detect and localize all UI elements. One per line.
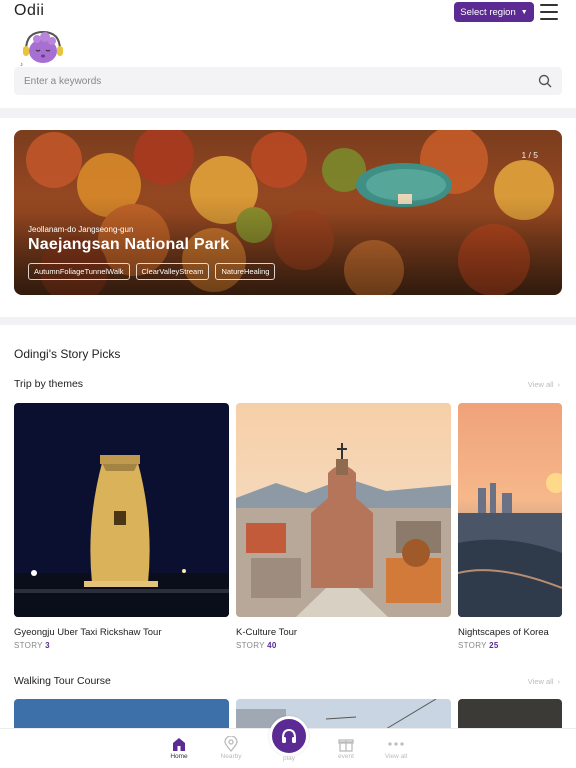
theme-card-title: Gyeongju Uber Taxi Rickshaw Tour (14, 627, 162, 638)
section-divider (0, 108, 576, 118)
select-region-label: Select region (460, 6, 516, 18)
hero-tag[interactable]: NatureHealing (215, 263, 276, 280)
top-bar: Odii Select region ▼ ♪ (0, 0, 576, 108)
theme-card-title: Nightscapes of Korea (458, 627, 549, 638)
view-all-label: View all (527, 380, 554, 389)
section-divider (0, 317, 576, 325)
trip-themes-view-all[interactable]: View all › (528, 380, 560, 389)
nav-view-all-label: View all (384, 753, 408, 760)
story-picks-title: Odingi's Story Picks (14, 347, 121, 361)
hero-banner[interactable]: 1 / 5 Jeollanam-do Jangseong-gun Naejang… (14, 130, 562, 295)
hero-region: Jeollanam-do Jangseong-gun (28, 225, 134, 234)
theme-card-image (458, 403, 562, 617)
hero-tags: AutumnFoliageTunnelWalk ClearValleyStrea… (28, 263, 276, 280)
mascot-headphones-icon[interactable]: ♪ (18, 28, 68, 68)
theme-card[interactable]: Gyeongju Uber Taxi Rickshaw Tour STORY 3 (14, 403, 229, 650)
nav-nearby-label: Nearby (220, 753, 242, 760)
hamburger-menu-icon[interactable] (540, 4, 558, 20)
hero-tag[interactable]: AutumnFoliageTunnelWalk (28, 263, 130, 280)
view-all-label: View all (527, 677, 554, 686)
app-logo[interactable]: Odii (14, 2, 44, 20)
theme-card-image (236, 403, 451, 617)
hero-tag[interactable]: ClearValleyStream (135, 263, 210, 280)
chevron-right-icon: › (557, 677, 561, 686)
nav-home[interactable]: Home (154, 735, 204, 760)
chevron-right-icon: › (557, 380, 561, 389)
theme-card-image (14, 403, 229, 617)
search-icon[interactable] (538, 74, 552, 88)
theme-card-story: STORY 40 (236, 641, 277, 650)
select-region-button[interactable]: Select region ▼ (454, 2, 534, 22)
theme-card-title: K-Culture Tour (236, 627, 298, 638)
play-button[interactable] (269, 716, 309, 756)
nav-nearby[interactable]: Nearby (206, 735, 256, 760)
nav-play-label: play (283, 755, 295, 762)
hero-slide-counter: 1 / 5 (521, 150, 538, 160)
theme-card[interactable]: Nightscapes of Korea STORY 25 (458, 403, 576, 650)
more-dots-icon (388, 742, 404, 746)
home-icon (173, 738, 185, 751)
theme-card-story: STORY 25 (458, 641, 499, 650)
headphones-icon (282, 728, 296, 743)
nav-event-label: event (338, 753, 354, 760)
hero-title: Naejangsan National Park (28, 236, 230, 253)
gift-icon (338, 739, 354, 752)
nav-play[interactable]: play (264, 755, 314, 762)
walking-tour-view-all[interactable]: View all › (528, 677, 560, 686)
location-pin-icon (224, 736, 238, 752)
walking-tour-title: Walking Tour Course (14, 675, 111, 687)
nav-home-label: Home (170, 753, 188, 760)
trip-by-themes-title: Trip by themes (14, 378, 84, 390)
search-input[interactable] (24, 67, 504, 95)
search-bar (14, 67, 562, 95)
theme-card-story: STORY 3 (14, 641, 50, 650)
nav-view-all[interactable]: View all (371, 735, 421, 760)
nav-event[interactable]: event (321, 735, 371, 760)
caret-down-icon: ▼ (520, 8, 528, 16)
theme-card[interactable]: K-Culture Tour STORY 40 (236, 403, 451, 650)
